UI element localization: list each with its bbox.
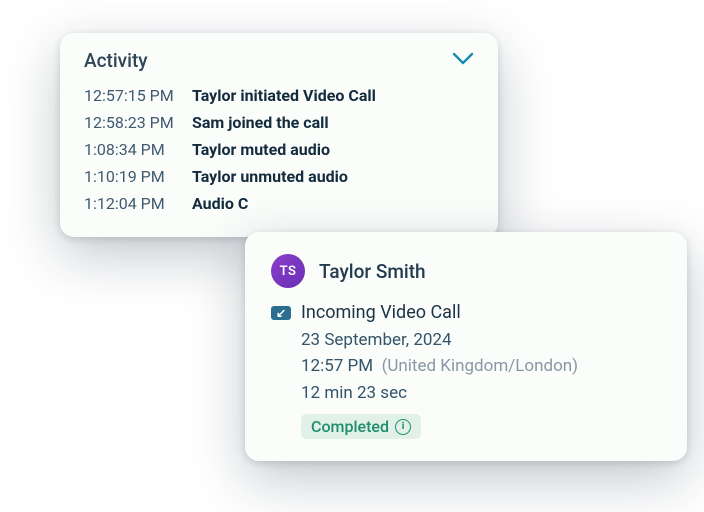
activity-row: 12:57:15 PM Taylor initiated Video Call bbox=[84, 82, 474, 109]
activity-time: 12:58:23 PM bbox=[84, 109, 192, 136]
incoming-row: Incoming Video Call bbox=[271, 302, 661, 323]
caller-row: TS Taylor Smith bbox=[271, 254, 661, 288]
activity-event: Taylor unmuted audio bbox=[192, 163, 474, 190]
call-timezone: (United Kingdom/London) bbox=[382, 356, 579, 376]
activity-row: 1:10:19 PM Taylor unmuted audio bbox=[84, 163, 474, 190]
video-incoming-icon bbox=[271, 306, 291, 320]
activity-time: 1:08:34 PM bbox=[84, 136, 192, 163]
activity-card: Activity 12:57:15 PM Taylor initiated Vi… bbox=[60, 33, 498, 237]
status-badge[interactable]: Completed i bbox=[301, 414, 421, 439]
activity-time: 1:10:19 PM bbox=[84, 163, 192, 190]
chevron-down-icon[interactable] bbox=[452, 51, 474, 70]
activity-row: 12:58:23 PM Sam joined the call bbox=[84, 109, 474, 136]
call-date: 23 September, 2024 bbox=[301, 327, 661, 353]
call-duration: 12 min 23 sec bbox=[301, 380, 661, 406]
activity-list: 12:57:15 PM Taylor initiated Video Call … bbox=[84, 82, 474, 217]
caller-name: Taylor Smith bbox=[319, 260, 426, 283]
status-label: Completed bbox=[311, 417, 389, 436]
call-card: TS Taylor Smith Incoming Video Call 23 S… bbox=[245, 232, 687, 461]
call-details: 23 September, 2024 12:57 PM (United King… bbox=[301, 327, 661, 406]
activity-time: 1:12:04 PM bbox=[84, 190, 192, 217]
activity-event: Audio C bbox=[192, 190, 474, 217]
avatar[interactable]: TS bbox=[271, 254, 305, 288]
activity-event: Taylor initiated Video Call bbox=[192, 82, 474, 109]
incoming-label: Incoming Video Call bbox=[301, 302, 461, 323]
activity-title: Activity bbox=[84, 49, 148, 72]
activity-event: Sam joined the call bbox=[192, 109, 474, 136]
activity-header: Activity bbox=[84, 49, 474, 72]
info-icon[interactable]: i bbox=[395, 419, 411, 435]
activity-time: 12:57:15 PM bbox=[84, 82, 192, 109]
call-time: 12:57 PM bbox=[301, 356, 373, 376]
activity-event: Taylor muted audio bbox=[192, 136, 474, 163]
activity-row: 1:08:34 PM Taylor muted audio bbox=[84, 136, 474, 163]
activity-row: 1:12:04 PM Audio C bbox=[84, 190, 474, 217]
